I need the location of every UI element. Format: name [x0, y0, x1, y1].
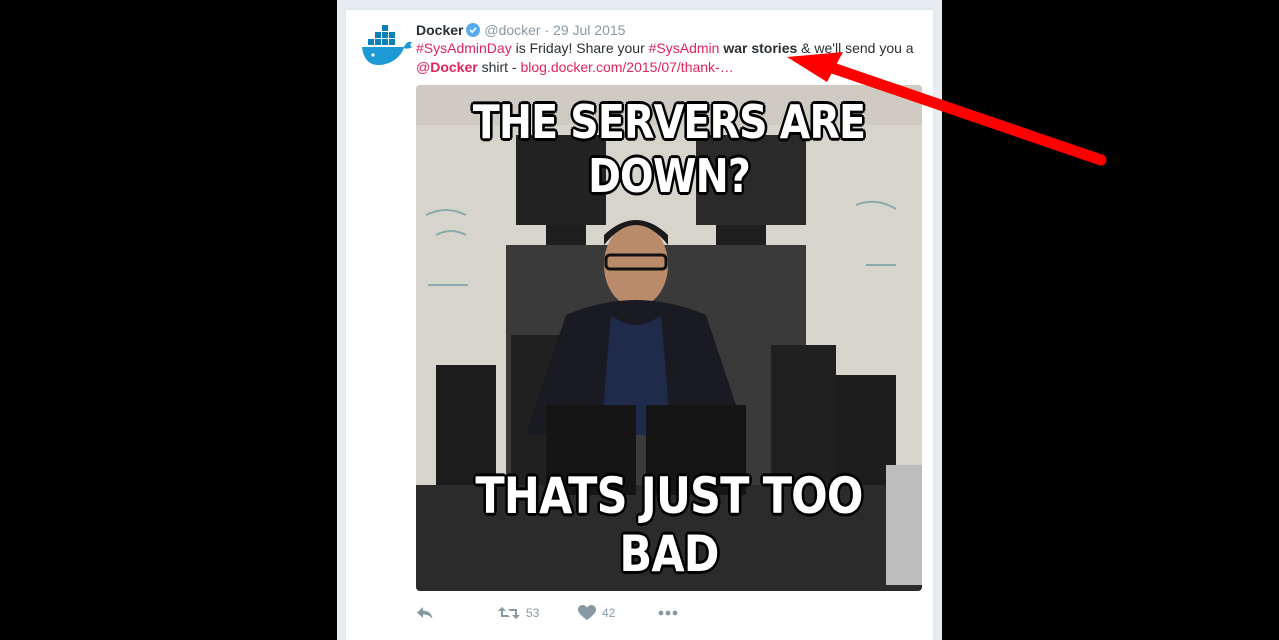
- annotation-arrow: [787, 52, 1107, 166]
